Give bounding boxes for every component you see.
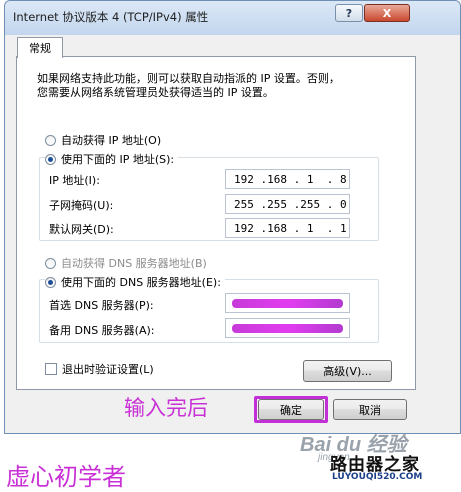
advanced-button[interactable]: 高级(V)...: [303, 360, 392, 382]
author-annotation: 虚心初学者: [6, 463, 126, 491]
general-tab-panel: 如果网络支持此功能，则可以获取自动指派的 IP 设置。否则， 您需要从网络系统管…: [16, 56, 416, 390]
default-gateway-label: 默认网关(D):: [49, 223, 114, 236]
radio-manual-ip-label: 使用下面的 IP 地址(S):: [61, 153, 175, 166]
ip-address-label: IP 地址(I):: [49, 174, 100, 187]
preferred-dns-label: 首选 DNS 服务器(P):: [49, 299, 154, 312]
subnet-mask-input[interactable]: 255 .255 .255 . 0: [225, 194, 350, 214]
cancel-button[interactable]: 取消: [333, 399, 407, 420]
checkbox-indicator: [45, 363, 57, 375]
ip-address-input[interactable]: 192 .168 . 1 . 8: [225, 169, 350, 189]
preferred-dns-input[interactable]: [225, 293, 350, 313]
site-logo: 路由器之家 LUYOUQI520.COM: [330, 450, 454, 486]
radio-manual-dns-label: 使用下面的 DNS 服务器地址(E):: [61, 276, 221, 289]
after-input-annotation: 输入完后: [124, 396, 208, 420]
radio-manual-dns[interactable]: 使用下面的 DNS 服务器地址(E):: [45, 274, 225, 290]
subnet-mask-label: 子网掩码(U):: [49, 199, 114, 212]
redaction-mark: [232, 299, 343, 308]
radio-auto-ip-label: 自动获得 IP 地址(O): [61, 134, 162, 147]
default-gateway-input[interactable]: 192 .168 . 1 . 1: [225, 218, 350, 238]
close-button[interactable]: X: [364, 4, 410, 22]
title-bar: Internet 协议版本 4 (TCP/IPv4) 属性 ? X: [5, 1, 460, 35]
help-button[interactable]: ?: [335, 4, 363, 22]
radio-auto-ip-indicator: [45, 134, 56, 146]
description-text: 如果网络支持此功能，则可以获取自动指派的 IP 设置。否则， 您需要从网络系统管…: [37, 72, 340, 99]
radio-manual-ip[interactable]: 使用下面的 IP 地址(S):: [45, 151, 179, 167]
alternate-dns-input[interactable]: [225, 318, 350, 338]
window-title: Internet 协议版本 4 (TCP/IPv4) 属性: [13, 10, 209, 24]
ok-button[interactable]: 确定: [258, 399, 324, 420]
tcp-ipv4-properties-dialog: Internet 协议版本 4 (TCP/IPv4) 属性 ? X 常规 如果网…: [4, 0, 461, 434]
alternate-dns-label: 备用 DNS 服务器(A):: [49, 324, 155, 337]
site-logo-url: LUYOUQI520.COM: [332, 472, 423, 482]
radio-manual-ip-indicator: [45, 153, 56, 165]
redaction-mark: [232, 324, 343, 333]
validate-on-exit-label: 退出时验证设置(L): [62, 363, 154, 376]
radio-auto-dns-indicator: [45, 257, 56, 269]
radio-auto-ip[interactable]: 自动获得 IP 地址(O): [45, 132, 161, 148]
validate-on-exit-checkbox[interactable]: 退出时验证设置(L): [45, 361, 154, 377]
radio-manual-dns-indicator: [45, 276, 56, 288]
radio-auto-dns-label: 自动获得 DNS 服务器地址(B): [61, 257, 207, 270]
tab-general[interactable]: 常规: [17, 37, 63, 58]
radio-auto-dns[interactable]: 自动获得 DNS 服务器地址(B): [45, 255, 207, 271]
